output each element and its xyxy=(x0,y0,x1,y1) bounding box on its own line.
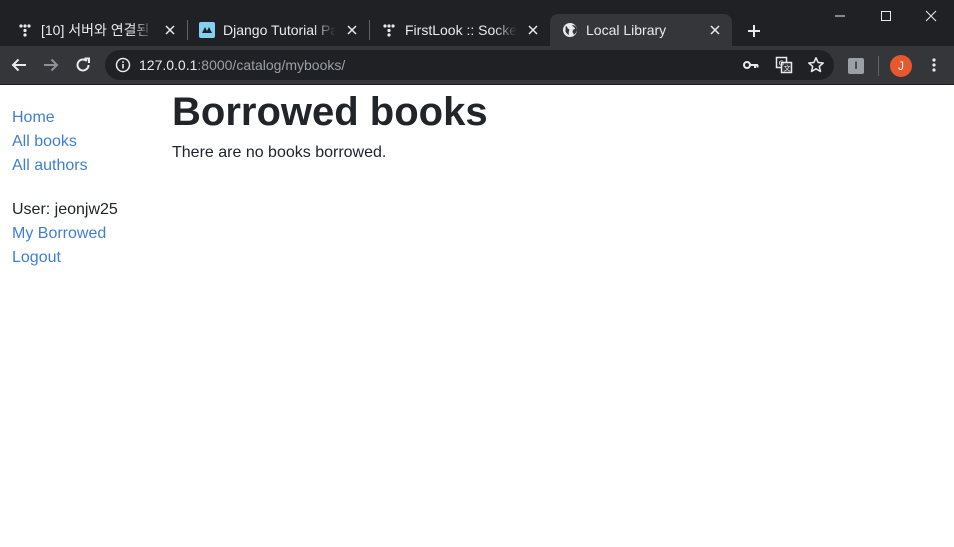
close-tab-icon[interactable] xyxy=(162,22,178,38)
sidebar-nav: Home All books All authors xyxy=(12,106,162,178)
minimize-window-button[interactable] xyxy=(817,0,863,32)
browser-tab-title: Django Tutorial Part 8 xyxy=(223,22,336,38)
reload-button[interactable] xyxy=(70,52,96,78)
logout-link[interactable]: Logout xyxy=(12,249,61,266)
all-authors-link[interactable]: All authors xyxy=(12,157,88,174)
browser-menu-button[interactable] xyxy=(921,52,947,78)
back-button[interactable] xyxy=(6,52,32,78)
address-url[interactable]: 127.0.0.1:8000/catalog/mybooks/ xyxy=(139,57,345,73)
sidebar-user-menu: User: jeonjw25 My Borrowed Logout xyxy=(12,198,162,270)
bookmark-star-icon[interactable] xyxy=(803,52,829,78)
page-content: Home All books All authors User: jeonjw2… xyxy=(0,85,954,547)
globe-icon xyxy=(562,22,578,38)
current-user-label: User: jeonjw25 xyxy=(12,201,118,218)
browser-tab-title: Local Library xyxy=(586,22,667,38)
minimize-icon xyxy=(835,15,845,17)
extension-icon[interactable]: I xyxy=(848,58,864,74)
all-books-link[interactable]: All books xyxy=(12,133,77,150)
browser-toolbar: 127.0.0.1:8000/catalog/mybooks/ G文 I J xyxy=(0,46,954,85)
tistory-icon xyxy=(17,22,33,38)
page-title: Borrowed books xyxy=(172,90,488,134)
new-tab-button[interactable] xyxy=(740,17,768,45)
maximize-window-button[interactable] xyxy=(863,0,909,32)
url-path: :8000/catalog/mybooks/ xyxy=(197,57,346,73)
main-content: Borrowed books There are no books borrow… xyxy=(172,85,488,165)
browser-tab-title: [10] 서버와 연결된 클라이언트 xyxy=(41,22,154,38)
my-borrowed-link[interactable]: My Borrowed xyxy=(12,225,106,242)
sidebar-item-my-borrowed: My Borrowed xyxy=(12,222,162,246)
browser-tab-3[interactable]: FirstLook :: Socket xyxy=(370,14,550,46)
close-tab-icon[interactable] xyxy=(707,22,723,38)
home-link[interactable]: Home xyxy=(12,109,55,126)
sidebar-item-home: Home xyxy=(12,106,162,130)
toolbar-separator xyxy=(878,56,879,76)
forward-button[interactable] xyxy=(38,52,64,78)
plus-icon xyxy=(748,25,760,37)
key-icon[interactable] xyxy=(738,52,764,78)
reload-icon xyxy=(76,57,90,72)
profile-avatar[interactable]: J xyxy=(890,55,912,77)
sidebar-item-all-books: All books xyxy=(12,130,162,154)
close-tab-icon[interactable] xyxy=(525,22,541,38)
arrow-right-icon xyxy=(44,58,59,72)
close-icon xyxy=(925,10,937,22)
close-tab-icon[interactable] xyxy=(344,22,360,38)
sidebar-item-all-authors: All authors xyxy=(12,154,162,178)
tistory-icon xyxy=(381,22,397,38)
browser-tab-1[interactable]: [10] 서버와 연결된 클라이언트 xyxy=(0,14,187,46)
maximize-icon xyxy=(881,11,891,21)
sidebar-item-logout: Logout xyxy=(12,246,162,270)
empty-state-message: There are no books borrowed. xyxy=(172,144,387,161)
close-window-button[interactable] xyxy=(908,0,954,32)
sidebar: Home All books All authors User: jeonjw2… xyxy=(12,106,162,270)
address-bar[interactable]: 127.0.0.1:8000/catalog/mybooks/ G文 xyxy=(105,50,834,80)
site-info-icon[interactable] xyxy=(114,56,132,74)
more-vertical-icon xyxy=(932,58,936,72)
browser-tab-2[interactable]: Django Tutorial Part 8 xyxy=(188,14,369,46)
mdn-icon xyxy=(199,22,215,38)
browser-tab-strip: [10] 서버와 연결된 클라이언트 Django Tutorial Part … xyxy=(0,0,954,46)
arrow-left-icon xyxy=(11,58,26,72)
browser-tab-4[interactable]: Local Library xyxy=(550,14,732,46)
svg-text:文: 文 xyxy=(784,64,791,73)
browser-tab-title: FirstLook :: Socket xyxy=(405,22,517,38)
translate-icon[interactable]: G文 xyxy=(771,52,797,78)
url-host: 127.0.0.1 xyxy=(139,57,198,73)
